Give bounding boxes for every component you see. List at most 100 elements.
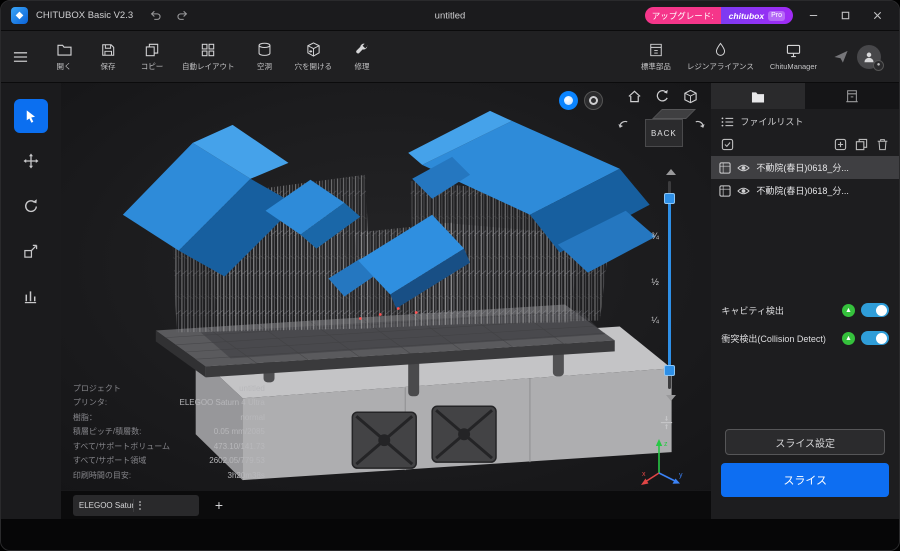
slider-mark-quarter: ¼ [641,315,659,325]
chitu-manager-button[interactable]: ChituManager [762,43,825,71]
slice-button[interactable]: スライス [721,463,889,497]
right-panel: ファイルリスト 不動院(春日)0618_分... 不動院(春日)0618_分..… [711,83,899,519]
title-bar: ◆ CHITUBOX Basic V2.3 untitled アップグレード: … [1,1,899,31]
duplicate-file-icon[interactable] [855,138,868,151]
folder-open-icon [57,42,72,58]
tool-scale[interactable] [14,234,48,268]
rotate-view-left-icon[interactable] [617,119,630,132]
slider-down-icon[interactable] [666,395,676,401]
upgrade-pro-chip: Pro [768,11,785,21]
maximize-button[interactable] [833,5,857,27]
tool-select[interactable] [14,99,48,133]
add-plate-button[interactable]: + [215,498,223,512]
perspective-cube-icon[interactable] [683,89,698,104]
collision-detect-toggle[interactable] [861,331,889,345]
kebab-icon[interactable] [133,499,193,512]
menu-icon[interactable] [13,51,28,63]
copy-button[interactable]: コピー [130,42,174,72]
file-row[interactable]: 不動院(春日)0618_分... [711,179,899,202]
project-info-panel: プロジェクトuntitled プリンタ:ELEGOO Saturn 4 Ultr… [73,382,265,484]
repair-icon [355,42,369,58]
file-name: 不動院(春日)0618_分... [756,161,891,174]
save-button[interactable]: 保存 [86,42,130,72]
slice-settings-button[interactable]: スライス設定 [725,429,885,455]
select-all-icon[interactable] [721,138,734,151]
model-icon [719,162,731,174]
copy-icon [145,42,159,58]
hollow-button[interactable]: 空洞 [243,42,287,72]
resin-alliance-button[interactable]: レジンアライアンス [679,42,762,72]
standard-parts-button[interactable]: 標準部品 [633,42,679,72]
collision-detect-row: 衝突検出(Collision Detect) ▲ [711,331,899,345]
view-cube[interactable]: BACK [645,109,686,147]
save-icon [101,42,115,58]
repair-button[interactable]: 修理 [340,42,384,72]
dig-hole-icon [306,42,321,58]
chitu-manager-icon [786,43,801,59]
main-toolbar: 開く 保存 コピー 自動レイアウト 空洞 穴を開ける 修理 標準 [1,31,899,83]
standard-parts-icon [649,42,663,58]
file-name: 不動院(春日)0618_分... [756,184,891,197]
3d-viewport[interactable]: プロジェクトuntitled プリンタ:ELEGOO Saturn 4 Ultr… [61,83,712,491]
open-button[interactable]: 開く [42,42,86,72]
app-logo-icon: ◆ [11,7,28,24]
upgrade-brand: chitubox [729,11,764,21]
document-title: untitled [435,10,466,21]
axes-gizmo: z x y [641,435,697,487]
orbit-icon[interactable] [655,89,670,103]
slider-bottom-handle[interactable] [664,365,675,376]
visibility-eye-icon[interactable] [737,163,750,173]
visibility-eye-icon[interactable] [737,186,750,196]
tool-sidebar [1,83,61,519]
app-window: ◆ CHITUBOX Basic V2.3 untitled アップグレード: … [0,0,900,551]
tool-rotate[interactable] [14,189,48,223]
cavity-status-icon: ▲ [842,304,855,317]
section-range-slider[interactable]: ¾ ½ ¼ [657,169,683,401]
home-view-icon[interactable] [627,89,642,103]
minimize-button[interactable] [801,5,825,27]
z-compress-icon[interactable] [659,415,674,430]
feedback-plane-icon[interactable] [833,49,849,64]
file-row[interactable]: 不動院(春日)0618_分... [711,156,899,179]
list-icon [721,116,734,128]
file-list-title: ファイルリスト [740,115,803,128]
dig-hole-button[interactable]: 穴を開ける [287,42,341,72]
tab-file-list[interactable] [711,83,805,109]
redo-icon[interactable] [176,9,189,22]
cavity-detect-row: キャビティ検出 ▲ [711,303,899,317]
cavity-detect-toggle[interactable] [861,303,889,317]
slider-mark-half: ½ [641,277,659,287]
collision-detect-label: 衝突検出(Collision Detect) [721,332,836,345]
slider-mark-three-quarters: ¾ [641,231,659,241]
hollow-icon [257,42,272,58]
upgrade-button[interactable]: アップグレード: chitubox Pro [645,7,793,24]
delete-file-icon[interactable] [876,138,889,151]
cavity-detect-label: キャビティ検出 [721,304,836,317]
svg-text:z: z [664,441,668,448]
view-cube-front-face[interactable]: BACK [645,119,683,147]
close-button[interactable] [865,5,889,27]
printer-select[interactable]: ELEGOO Saturn 4 Ultra [73,495,199,516]
render-wire-button[interactable] [584,91,603,110]
slider-up-icon[interactable] [666,169,676,175]
slider-top-handle[interactable] [664,193,675,204]
upgrade-label: アップグレード: [645,7,721,24]
add-file-icon[interactable] [834,138,847,151]
tool-support[interactable] [14,279,48,313]
model-icon [719,185,731,197]
rotate-view-right-icon[interactable] [693,119,706,132]
render-solid-button[interactable] [559,91,578,110]
tab-printer[interactable] [805,83,899,109]
plate-bar: ELEGOO Saturn 4 Ultra + [61,491,712,519]
slider-active-range [668,199,671,367]
collision-status-icon: ▲ [842,332,855,345]
user-avatar[interactable]: ● [857,45,881,69]
app-title: CHITUBOX Basic V2.3 [36,10,133,21]
resin-alliance-icon [714,42,727,58]
auto-layout-icon [201,42,215,58]
tool-move[interactable] [14,144,48,178]
avatar-badge-icon: ● [873,60,884,71]
auto-layout-button[interactable]: 自動レイアウト [174,42,243,72]
undo-icon[interactable] [149,9,162,22]
svg-text:x: x [642,471,646,478]
